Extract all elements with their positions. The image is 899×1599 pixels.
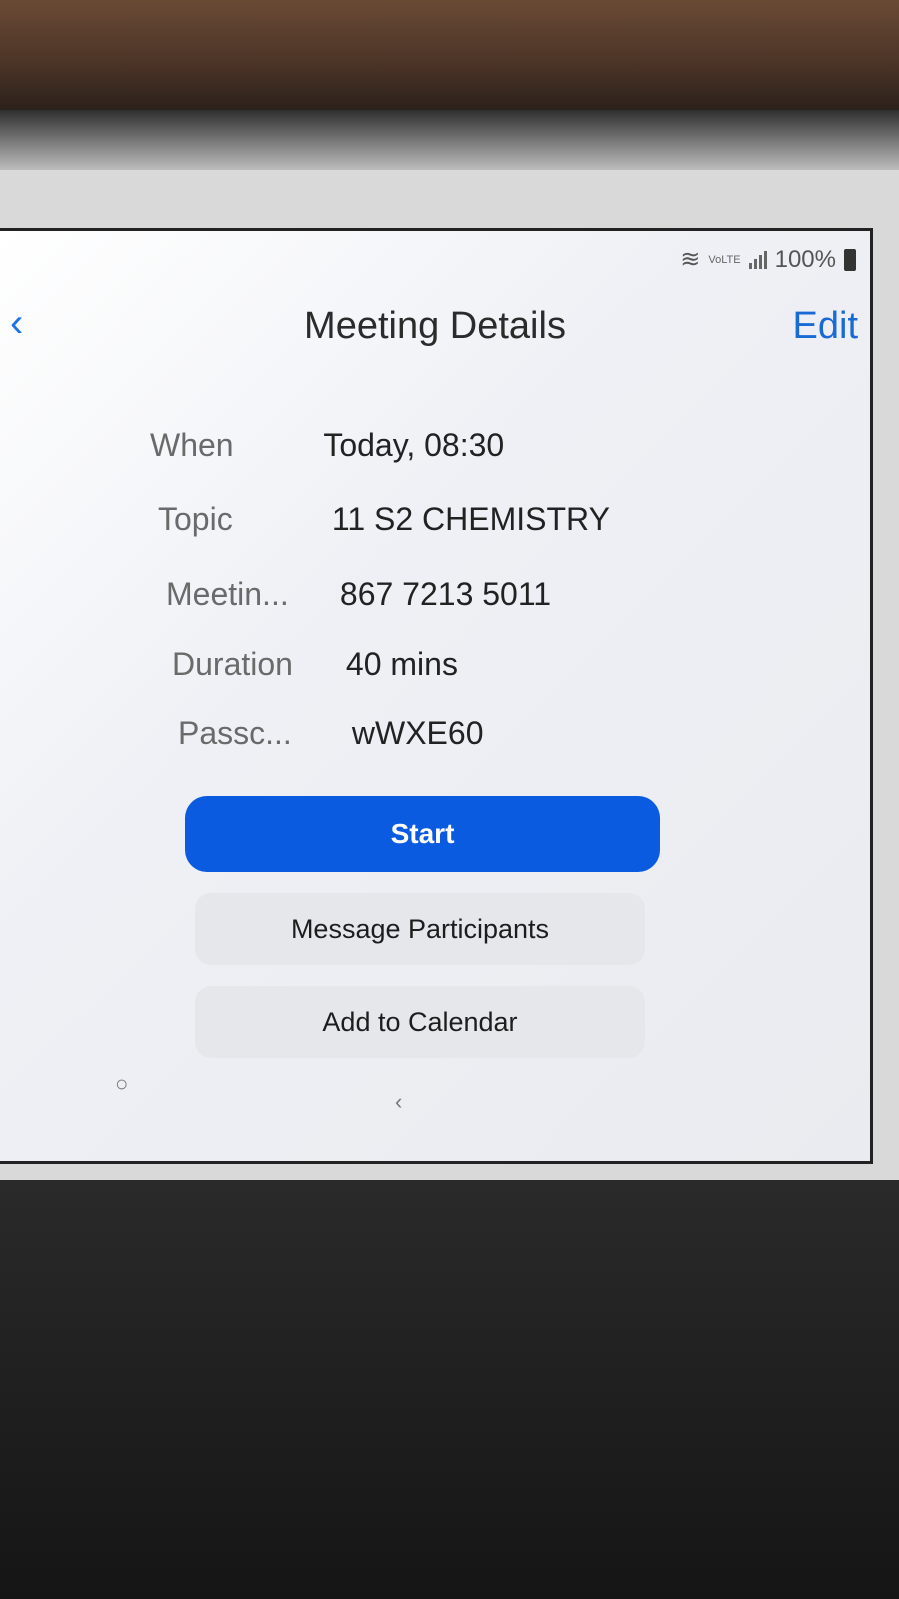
page-title: Meeting Details bbox=[304, 305, 566, 347]
detail-label: Meetin... bbox=[166, 576, 289, 612]
detail-label: Topic bbox=[158, 501, 233, 537]
tablet-case bbox=[0, 1180, 899, 1599]
back-nav-icon[interactable]: ‹ bbox=[395, 1089, 402, 1115]
detail-label: When bbox=[150, 427, 234, 463]
detail-label: Passc... bbox=[178, 715, 292, 751]
message-participants-button[interactable]: Message Participants bbox=[195, 893, 645, 965]
signal-icon bbox=[748, 250, 767, 269]
detail-row-when: When Today, 08:30 bbox=[150, 427, 504, 464]
detail-row-meeting-id: Meetin... 867 7213 5011 bbox=[166, 576, 551, 613]
battery-icon bbox=[844, 248, 856, 271]
wifi-icon: ≋ bbox=[680, 246, 701, 273]
home-nav-icon[interactable]: ○ bbox=[115, 1071, 128, 1097]
header: ‹ Meeting Details Edit bbox=[0, 301, 870, 361]
volte-label: VoLTE bbox=[708, 253, 741, 266]
detail-value: wWXE60 bbox=[351, 715, 484, 751]
detail-value: 11 S2 CHEMISTRY bbox=[331, 501, 610, 537]
detail-row-topic: Topic 11 S2 CHEMISTRY bbox=[158, 501, 610, 538]
edit-button[interactable]: Edit bbox=[793, 305, 858, 348]
detail-value: 40 mins bbox=[345, 646, 458, 682]
detail-row-passcode: Passc... wWXE60 bbox=[178, 715, 483, 752]
status-bar: ≋ VoLTE 100% bbox=[680, 245, 856, 274]
detail-row-duration: Duration 40 mins bbox=[172, 646, 458, 683]
start-button[interactable]: Start bbox=[185, 796, 660, 872]
detail-label: Duration bbox=[172, 646, 293, 682]
add-to-calendar-button[interactable]: Add to Calendar bbox=[195, 986, 645, 1058]
tablet-screen: ≋ VoLTE 100% ‹ Meeting Details Edit When… bbox=[0, 228, 873, 1164]
detail-value: Today, 08:30 bbox=[323, 427, 505, 463]
bezel-top-edge bbox=[0, 110, 899, 170]
detail-value: 867 7213 5011 bbox=[339, 576, 552, 612]
battery-percent: 100% bbox=[774, 245, 836, 273]
desk-background bbox=[0, 0, 899, 110]
